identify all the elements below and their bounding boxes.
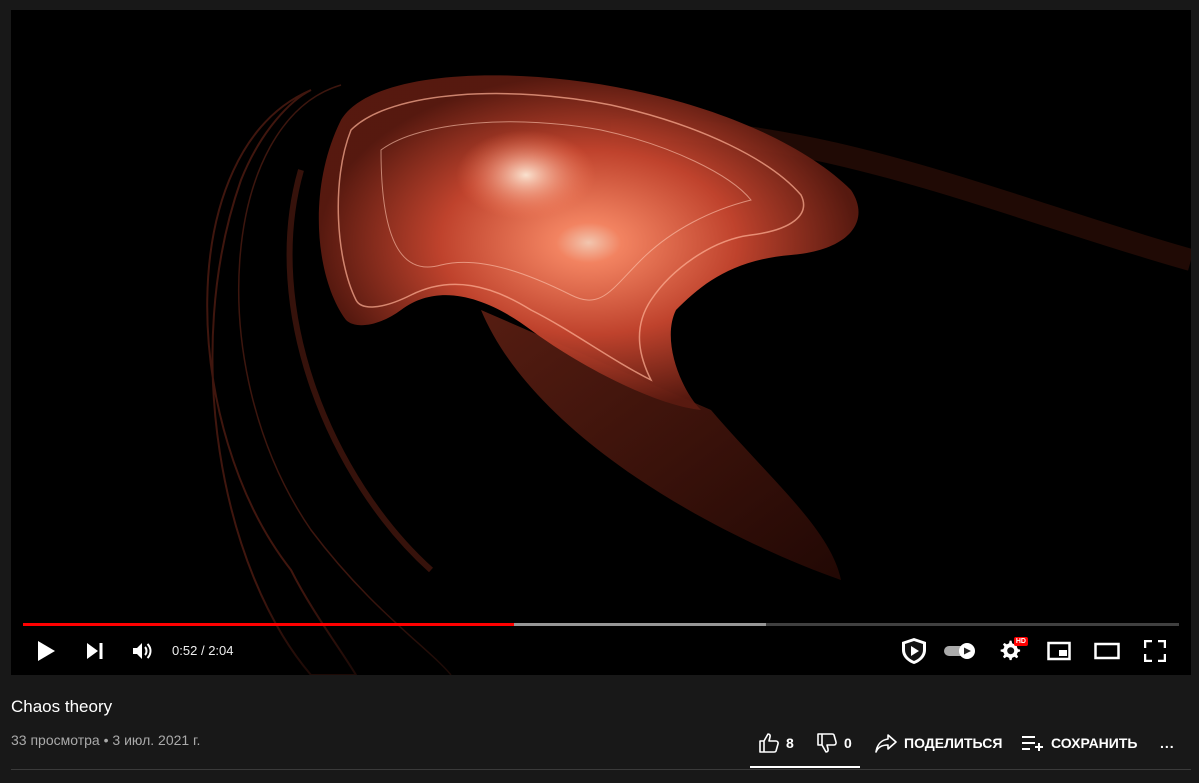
autoplay-toggle[interactable]	[941, 634, 979, 668]
miniplayer-button[interactable]	[1046, 634, 1072, 668]
share-icon	[875, 734, 897, 753]
play-button[interactable]	[33, 634, 59, 668]
shield-play-button[interactable]	[899, 634, 929, 668]
like-count: 8	[786, 735, 794, 751]
video-player[interactable]: 0:52 / 2:04 HD	[11, 10, 1191, 675]
settings-button[interactable]: HD	[999, 634, 1028, 668]
play-icon	[38, 641, 55, 661]
add-to-playlist-icon	[1022, 736, 1043, 751]
player-controls: 0:52 / 2:04 HD	[11, 634, 1191, 668]
progress-bar[interactable]	[23, 623, 1179, 626]
time-display: 0:52 / 2:04	[172, 634, 234, 668]
video-meta: 33 просмотра • 3 июл. 2021 г.	[11, 732, 200, 748]
time-separator: /	[200, 643, 205, 658]
fullscreen-icon	[1144, 640, 1166, 662]
view-count: 33 просмотра	[11, 732, 100, 748]
dislike-count: 0	[844, 735, 852, 751]
hd-badge: HD	[1013, 637, 1028, 646]
volume-button[interactable]	[130, 634, 156, 668]
theater-mode-icon	[1094, 642, 1120, 660]
meta-separator: •	[103, 732, 109, 748]
divider	[11, 769, 1191, 770]
like-button[interactable]: 8	[758, 728, 794, 758]
time-total: 2:04	[208, 643, 234, 658]
shield-play-icon	[902, 638, 926, 664]
share-button[interactable]: ПОДЕЛИТЬСЯ	[874, 728, 1002, 758]
time-current: 0:52	[172, 643, 198, 658]
save-label: СОХРАНИТЬ	[1051, 735, 1138, 751]
next-button[interactable]	[83, 634, 107, 668]
dislike-button[interactable]: 0	[816, 728, 852, 758]
next-icon	[87, 643, 103, 659]
volume-icon	[133, 643, 152, 659]
save-button[interactable]: СОХРАНИТЬ	[1021, 728, 1137, 758]
theater-mode-button[interactable]	[1093, 634, 1121, 668]
thumbs-up-icon	[759, 733, 779, 753]
thumbs-down-icon	[817, 733, 837, 753]
more-actions-button[interactable]: ...	[1160, 728, 1175, 758]
autoplay-toggle-icon	[944, 643, 975, 659]
fullscreen-button[interactable]	[1142, 634, 1168, 668]
miniplayer-icon	[1047, 641, 1071, 661]
video-title: Chaos theory	[11, 697, 113, 716]
upload-date: 3 июл. 2021 г.	[112, 732, 201, 748]
like-ratio-bar	[750, 766, 860, 768]
video-frame	[11, 10, 1191, 675]
progress-played	[23, 623, 515, 626]
more-icon: ...	[1160, 735, 1175, 751]
share-label: ПОДЕЛИТЬСЯ	[904, 735, 1003, 751]
